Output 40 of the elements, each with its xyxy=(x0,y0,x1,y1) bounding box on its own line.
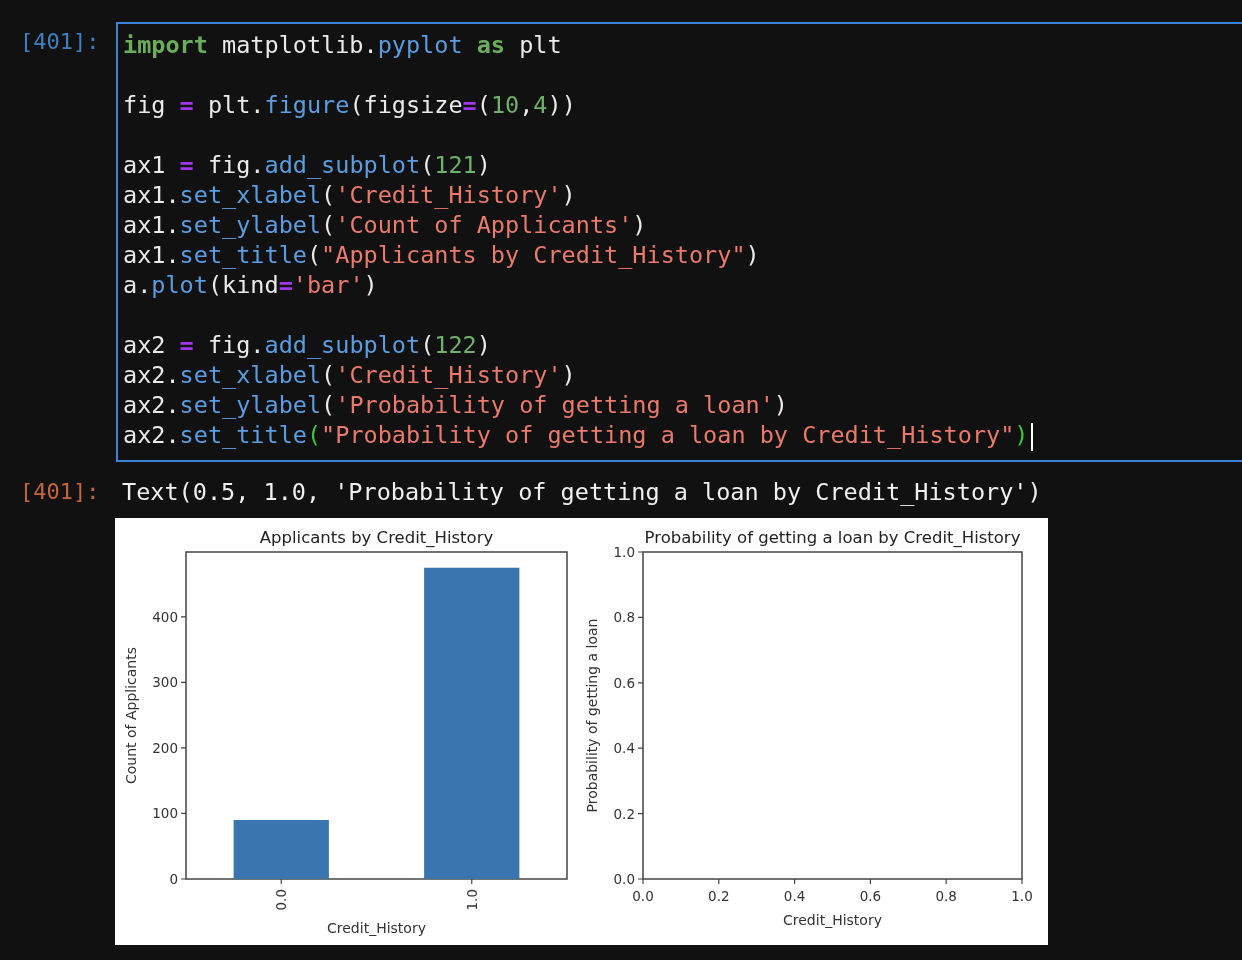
code-line: ax1 = fig.add_subplot(121) xyxy=(123,150,492,180)
chart-title: Applicants by Credit_History xyxy=(259,528,494,547)
code-cell[interactable] xyxy=(116,22,1242,462)
chart-title: Probability of getting a loan by Credit_History xyxy=(644,528,1021,547)
code-line: fig = plt.figure(figsize=(10,4)) xyxy=(123,90,577,120)
y-tick-label: 200 xyxy=(152,739,178,756)
x-tick-label: 1.0 xyxy=(1011,888,1033,904)
input-prompt: [401]: xyxy=(19,28,101,56)
x-tick-label: 1.0 xyxy=(463,889,480,911)
code-line: ax2.set_xlabel('Credit_History') xyxy=(123,360,577,390)
code-line: ax1.set_ylabel('Count of Applicants') xyxy=(123,210,648,240)
y-tick-label: 400 xyxy=(152,608,178,625)
y-tick-label: 0.2 xyxy=(613,805,635,822)
code-line: ax1.set_xlabel('Credit_History') xyxy=(123,180,577,210)
code-line: ax2 = fig.add_subplot(122) xyxy=(123,330,492,360)
output-prompt: [401]: xyxy=(19,478,101,506)
x-tick-label: 0.0 xyxy=(273,889,290,911)
y-tick-label: 100 xyxy=(152,805,178,822)
x-tick-label: 0.2 xyxy=(708,888,730,904)
code-line: ax2.set_ylabel('Probability of getting a loan') xyxy=(123,390,789,420)
x-tick-label: 0.4 xyxy=(783,888,806,904)
y-tick-label: 0.8 xyxy=(613,609,635,626)
x-tick-label: 0.6 xyxy=(859,888,882,904)
axis-label: Probability of getting a loan xyxy=(584,618,600,813)
x-tick-label: 0.0 xyxy=(632,888,654,904)
axis-label: Credit_History xyxy=(327,920,426,936)
code-line: a.plot(kind='bar') xyxy=(123,270,379,300)
y-tick-label: 1.0 xyxy=(613,544,635,560)
axis-label: Credit_History xyxy=(783,912,882,928)
y-tick-label: 0 xyxy=(169,871,178,887)
code-line: ax2.set_title("Probability of getting a loan by Credit_History") xyxy=(123,420,1242,450)
axis-label: Count of Applicants xyxy=(123,647,139,784)
y-tick-label: 300 xyxy=(152,674,178,691)
code-line: ax1.set_title("Applicants by Credit_History") xyxy=(123,240,761,270)
y-tick-label: 0.4 xyxy=(613,740,635,757)
output-text: Text(0.5, 1.0, 'Probability of getting a loan by Credit_History') xyxy=(121,477,1042,508)
y-tick-label: 0.6 xyxy=(613,674,635,691)
code-line: import matplotlib.pyplot as plt xyxy=(123,30,563,60)
y-tick-label: 0.0 xyxy=(613,871,635,887)
x-tick-label: 0.8 xyxy=(935,888,957,904)
